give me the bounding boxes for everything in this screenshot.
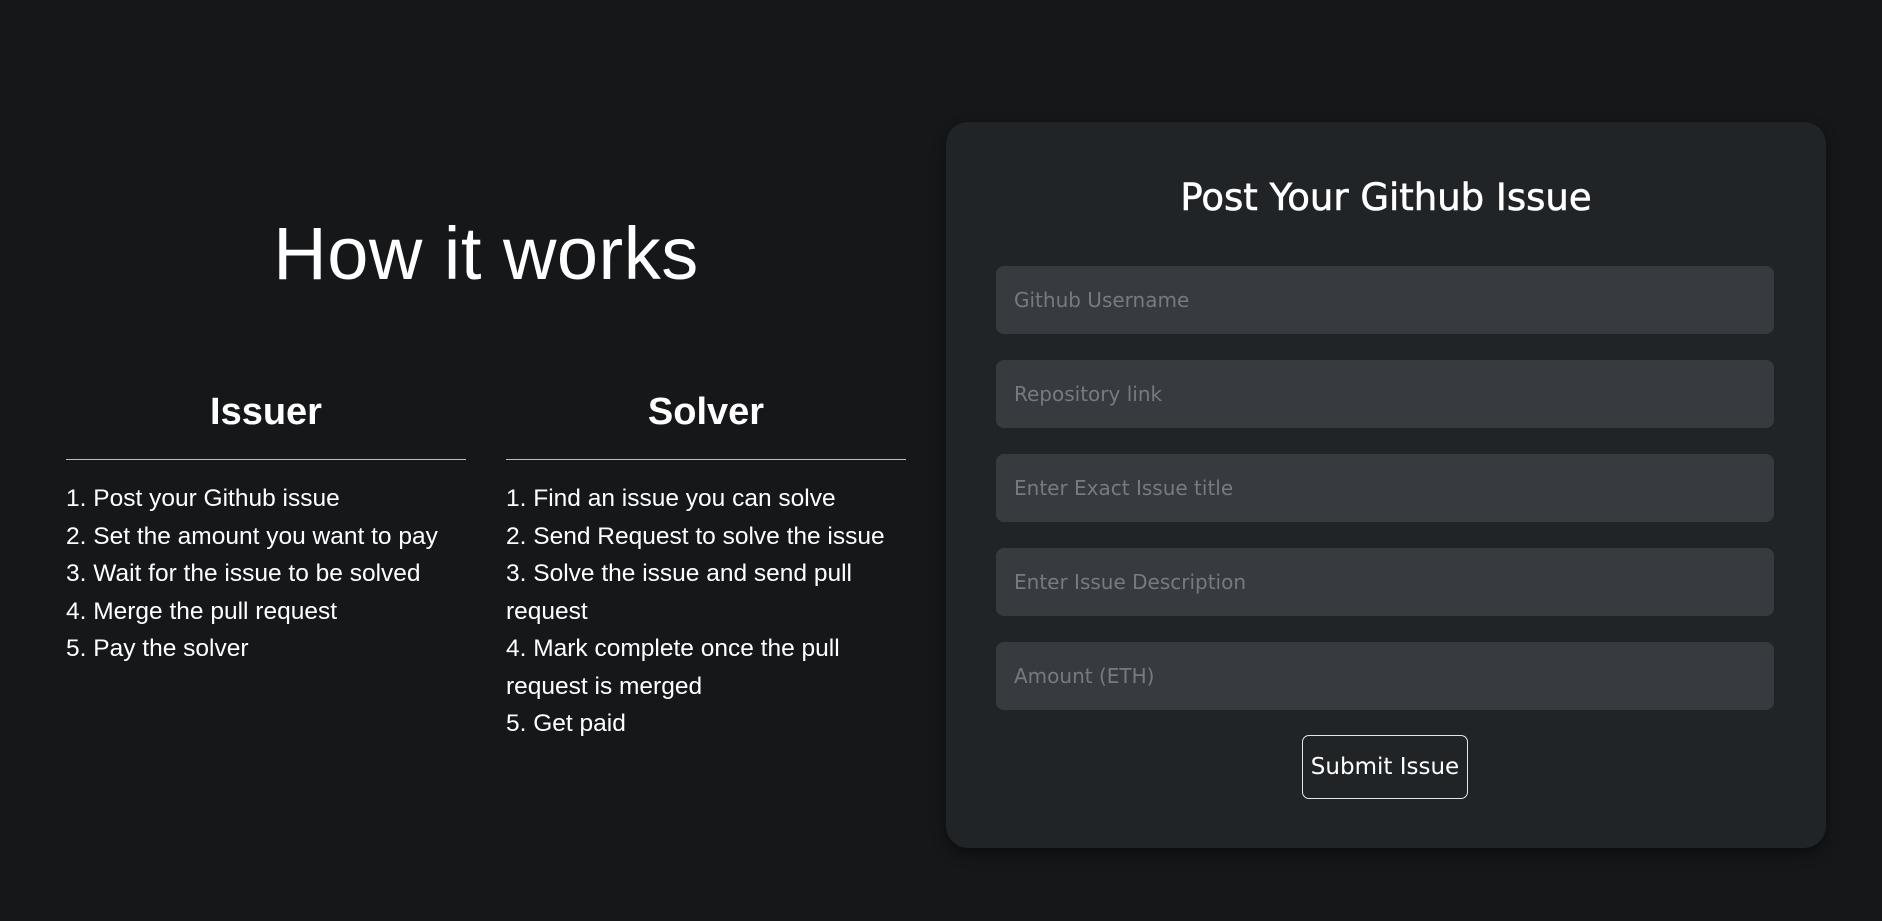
solver-step: 2. Send Request to solve the issue bbox=[506, 522, 885, 550]
issue-description-input[interactable] bbox=[996, 548, 1774, 616]
issuer-step: 5. Pay the solver bbox=[66, 635, 249, 662]
solver-heading: Solver bbox=[647, 391, 765, 433]
issuer-steps-list: 1. Post your Github issue 2. Set the amo… bbox=[66, 480, 466, 668]
how-it-works-title: How it works bbox=[273, 212, 699, 295]
issuer-heading: Issuer bbox=[210, 391, 322, 433]
issuer-step: 3. Wait for the issue to be solved bbox=[66, 560, 421, 587]
issuer-divider bbox=[66, 459, 466, 460]
post-issue-form: Post Your Github Issue Submit Issue bbox=[946, 122, 1826, 848]
issue-title-input[interactable] bbox=[996, 454, 1774, 522]
solver-column: Solver 1. Find an issue you can solve 2.… bbox=[506, 380, 906, 743]
solver-step: 5. Get paid bbox=[506, 710, 626, 737]
issuer-step: 2. Set the amount you want to pay bbox=[66, 522, 438, 550]
github-username-input[interactable] bbox=[996, 266, 1774, 334]
solver-step: 3. Solve the issue and send pull request bbox=[506, 560, 852, 625]
repository-link-input[interactable] bbox=[996, 360, 1774, 428]
solver-divider bbox=[506, 459, 906, 460]
solver-step: 4. Mark complete once the pull request i… bbox=[506, 635, 840, 700]
solver-step: 1. Find an issue you can solve bbox=[506, 485, 836, 512]
issuer-step: 1. Post your Github issue bbox=[66, 485, 340, 512]
how-it-works-section: How it works Issuer 1. Post your Github … bbox=[66, 210, 906, 737]
issuer-step: 4. Merge the pull request bbox=[66, 597, 338, 625]
issuer-column: Issuer 1. Post your Github issue 2. Set … bbox=[66, 380, 466, 668]
amount-eth-input[interactable] bbox=[996, 642, 1774, 710]
solver-steps-list: 1. Find an issue you can solve 2. Send R… bbox=[506, 480, 906, 743]
form-title: Post Your Github Issue bbox=[1180, 176, 1592, 220]
submit-issue-button[interactable]: Submit Issue bbox=[1302, 735, 1468, 799]
